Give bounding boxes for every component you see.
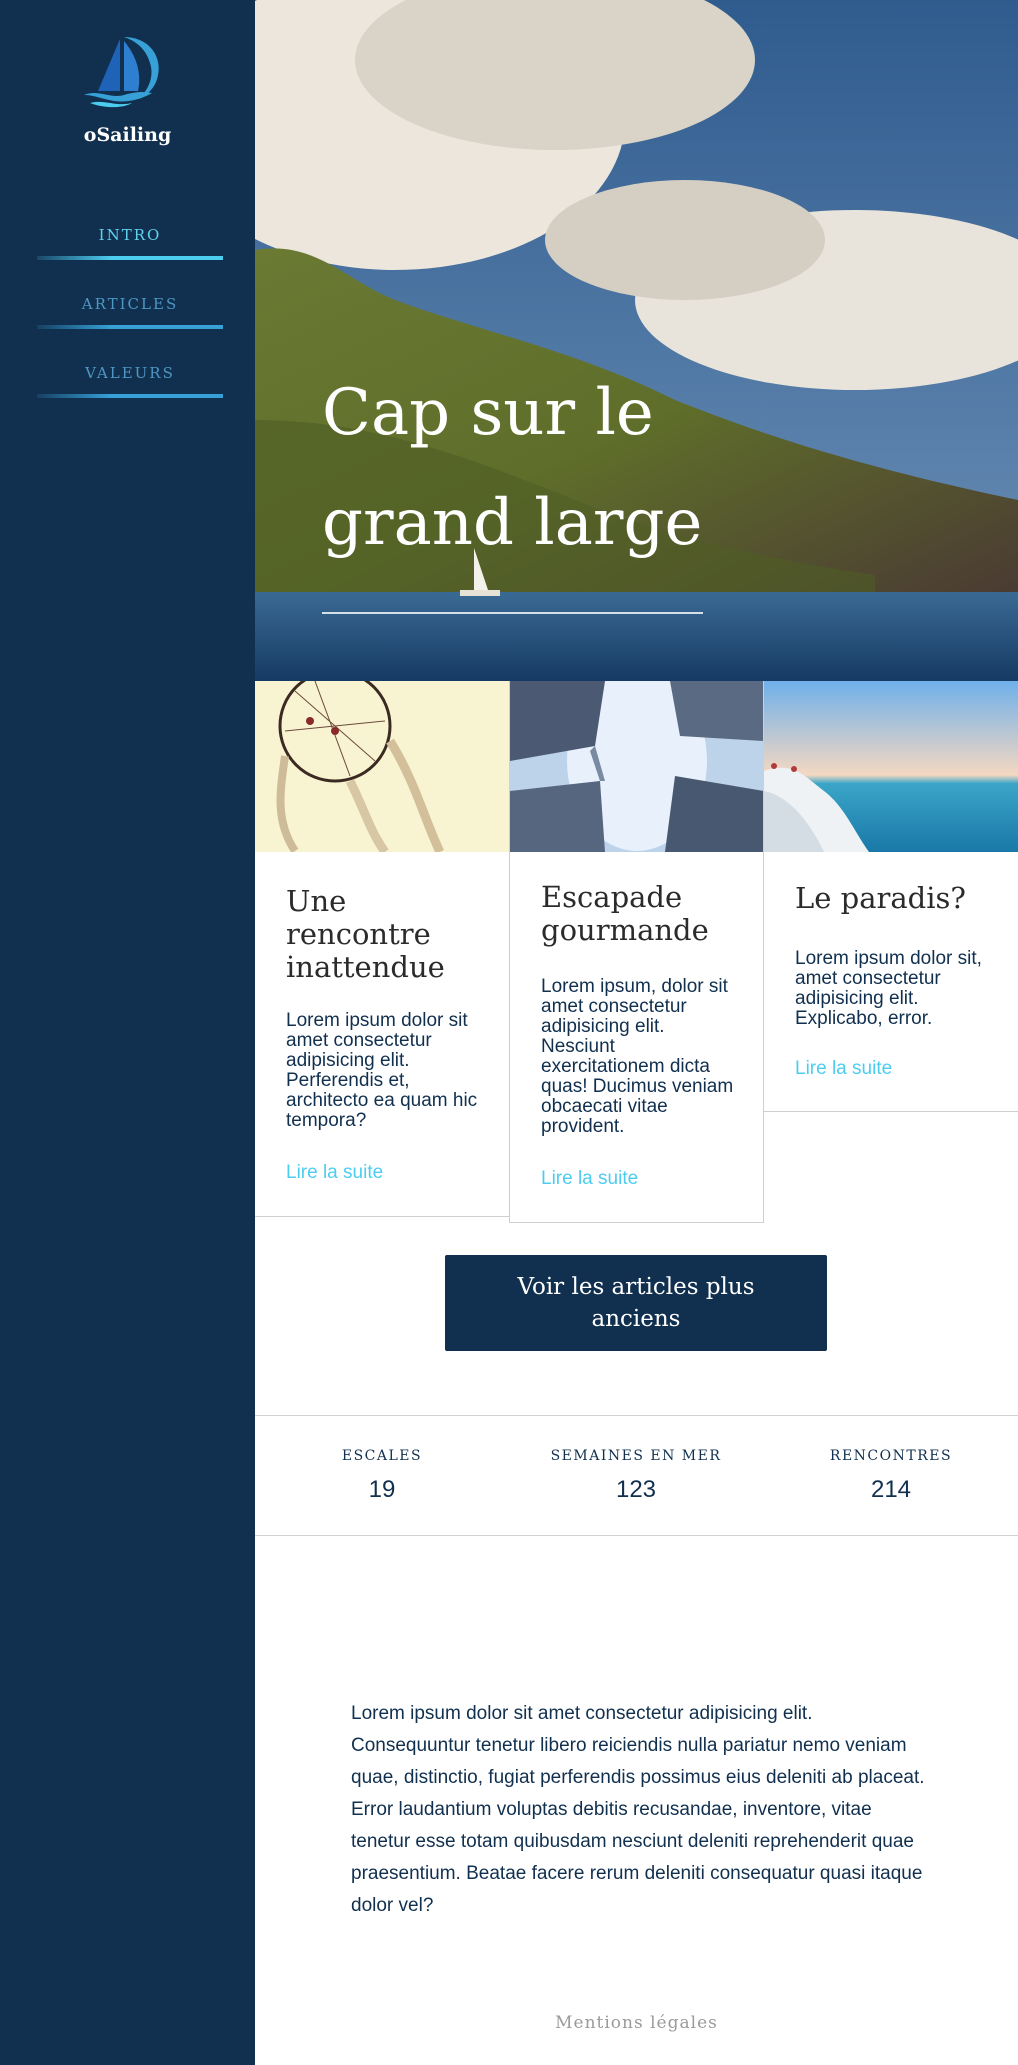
brand-name: oSailing — [83, 124, 172, 146]
nav-item-underline — [37, 325, 223, 329]
stat-label: SEMAINES EN MER — [550, 1448, 722, 1464]
article-title: Escapade gourmande — [541, 880, 709, 947]
dreamcatcher-image — [255, 681, 509, 852]
article-title: Le paradis? — [795, 881, 966, 915]
nav-item-underline — [37, 394, 223, 398]
nav-item-articles[interactable]: ARTICLES — [37, 295, 223, 329]
stat-semaines-en-mer: SEMAINES EN MER 123 — [509, 1448, 763, 1504]
stat-value: 214 — [870, 1476, 912, 1503]
article-excerpt: Lorem ipsum dolor sit, amet consectetur … — [795, 948, 982, 1029]
older-articles-button[interactable]: Voir les articles plus anciens — [445, 1255, 827, 1351]
hero-title: Cap sur le grand large — [322, 358, 842, 578]
stat-escales: ESCALES 19 — [255, 1448, 509, 1504]
stats-bar: ESCALES 19 SEMAINES EN MER 123 RENCONTRE… — [255, 1415, 1018, 1536]
hero-title-line-2: grand large — [322, 486, 703, 560]
nav-item-underline — [37, 256, 223, 260]
article-card: Une rencontre inattendue Lorem ipsum dol… — [255, 681, 509, 1217]
hero-image — [255, 0, 1018, 681]
stat-value: 19 — [368, 1476, 396, 1503]
stat-label: RENCONTRES — [829, 1448, 953, 1464]
article-card: Escapade gourmande Lorem ipsum, dolor si… — [509, 681, 764, 1223]
legal-notice-link[interactable]: Mentions légales — [255, 2013, 1018, 2033]
nav-item-label: VALEURS — [85, 364, 175, 382]
article-excerpt: Lorem ipsum, dolor sit amet consectetur … — [541, 976, 734, 1137]
hero-title-line-1: Cap sur le — [322, 376, 654, 450]
stat-rencontres: RENCONTRES 214 — [764, 1448, 1018, 1504]
article-card: Le paradis? Lorem ipsum dolor sit, amet … — [764, 681, 1018, 1112]
stat-value: 123 — [615, 1476, 657, 1503]
read-more-link[interactable]: Lire la suite — [286, 1162, 383, 1184]
nav-item-label: INTRO — [98, 226, 162, 244]
article-excerpt: Lorem ipsum dolor sit amet consectetur a… — [286, 1010, 478, 1131]
read-more-link[interactable]: Lire la suite — [795, 1058, 892, 1080]
nav-item-valeurs[interactable]: VALEURS — [37, 364, 223, 398]
sailboat-logo-icon[interactable] — [80, 33, 162, 109]
concrete-blocks-sky-image — [510, 681, 763, 852]
read-more-link[interactable]: Lire la suite — [541, 1168, 638, 1190]
article-title: Une rencontre inattendue — [286, 884, 445, 984]
stat-label: ESCALES — [341, 1448, 423, 1464]
hero-divider — [322, 612, 703, 614]
seaside-rocks-image — [764, 681, 1018, 852]
nav-item-intro[interactable]: INTRO — [37, 226, 223, 260]
nav-item-label: ARTICLES — [81, 295, 179, 313]
sidebar: oSailing INTRO ARTICLES VALEURS — [0, 0, 255, 2065]
hero-banner: Cap sur le grand large — [255, 0, 1018, 681]
values-text: Lorem ipsum dolor sit amet consectetur a… — [351, 1703, 925, 1916]
